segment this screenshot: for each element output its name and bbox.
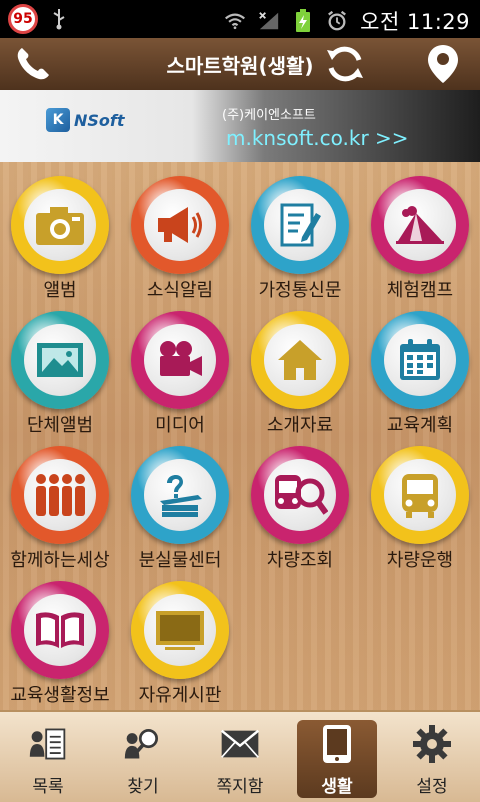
nav-item[interactable]: 설정 [392,720,472,798]
menu-item[interactable]: 미디어 [120,297,240,436]
bus-icon [384,459,456,531]
nav-item[interactable]: 찾기 [103,720,183,798]
menu-item[interactable]: 차량운행 [360,432,480,571]
menu-item[interactable]: 자유게시판 [120,567,240,706]
menu-item-label: 교육생활정보 [10,685,110,706]
menu-icon-button[interactable] [131,581,229,679]
menu-item[interactable]: 교육생활정보 [0,567,120,706]
menu-item[interactable]: 차량조회 [240,432,360,571]
book-icon [24,594,96,666]
refresh-icon [327,46,363,82]
megaphone-icon [144,189,216,261]
clock-time: 오전 11:29 [360,10,470,34]
menu-icon-button[interactable] [251,311,349,409]
picture-icon [24,324,96,396]
menu-grid: 앨범 소식알림 가정통신문 체험캠프단체앨범 미디어 소개자료 교육계획함께하는세상 분실물센… [0,162,480,710]
bus-search-icon [264,459,336,531]
list-icon [28,724,68,764]
logo-mark-icon: K [46,108,70,132]
menu-item[interactable]: 가정통신문 [240,162,360,301]
menu-icon-button[interactable] [11,176,109,274]
banner-url-link[interactable]: m.knsoft.co.kr >> [226,126,409,150]
menu-icon-button[interactable] [131,446,229,544]
nav-item-label: 쪽지함 [216,777,264,797]
menu-icon-button[interactable] [11,311,109,409]
tent-icon [384,189,456,261]
status-bar: 95 오전 11:29 [0,0,480,38]
refresh-button[interactable] [322,41,368,87]
menu-icon-button[interactable] [131,311,229,409]
people-icon [24,459,96,531]
chalkboard-icon [144,594,216,666]
document-edit-icon [264,189,336,261]
menu-item[interactable]: 단체앨범 [0,297,120,436]
bottom-nav: 목록 찾기 쪽지함 생활 설정 [0,710,480,802]
banner-company: (주)케이엔소프트 [222,108,316,123]
gear-icon [412,724,452,764]
nav-item-label: 목록 [32,777,64,797]
wifi-icon [224,10,246,32]
lost-found-icon [144,459,216,531]
menu-icon-button[interactable] [11,446,109,544]
menu-icon-button[interactable] [371,176,469,274]
menu-item[interactable]: 체험캠프 [360,162,480,301]
video-camera-icon [144,324,216,396]
menu-item-label: 자유게시판 [138,685,222,706]
battery-charging-icon [292,9,314,32]
nav-item[interactable]: 쪽지함 [200,720,280,798]
alarm-icon [326,10,348,32]
location-button[interactable] [420,41,466,87]
nav-item-label: 설정 [416,777,448,797]
menu-icon-button[interactable] [251,176,349,274]
menu-icon-button[interactable] [131,176,229,274]
nav-item[interactable]: 생활 [297,720,377,798]
ad-banner[interactable]: K NSoft (주)케이엔소프트 m.knsoft.co.kr >> [0,90,480,162]
location-pin-icon [428,45,458,83]
menu-item[interactable]: 교육계획 [360,297,480,436]
knsoft-logo: K NSoft [46,108,125,132]
menu-item[interactable]: 소개자료 [240,297,360,436]
menu-item[interactable]: 함께하는세상 [0,432,120,571]
menu-item-label: 차량운행 [386,550,454,571]
menu-icon-button[interactable] [371,311,469,409]
logo-text: NSoft [74,110,125,130]
camera-icon [24,189,96,261]
menu-item[interactable]: 분실물센터 [120,432,240,571]
menu-item[interactable]: 앨범 [0,162,120,301]
mail-icon [220,724,260,764]
menu-icon-button[interactable] [371,446,469,544]
notification-badge: 95 [8,4,38,34]
nav-item[interactable]: 목록 [8,720,88,798]
house-icon [264,324,336,396]
tablet-icon [317,724,357,764]
menu-item-label: 차량조회 [266,550,334,571]
menu-icon-button[interactable] [11,581,109,679]
menu-icon-button[interactable] [251,446,349,544]
menu-item[interactable]: 소식알림 [120,162,240,301]
nav-item-label: 생활 [321,777,353,797]
usb-icon [48,8,70,30]
page-title: 스마트학원(생활) [166,54,314,78]
search-icon [123,724,163,764]
nav-item-label: 찾기 [127,777,159,797]
title-bar: 스마트학원(생활) [0,38,480,91]
signal-icon [258,10,280,32]
calendar-icon [384,324,456,396]
